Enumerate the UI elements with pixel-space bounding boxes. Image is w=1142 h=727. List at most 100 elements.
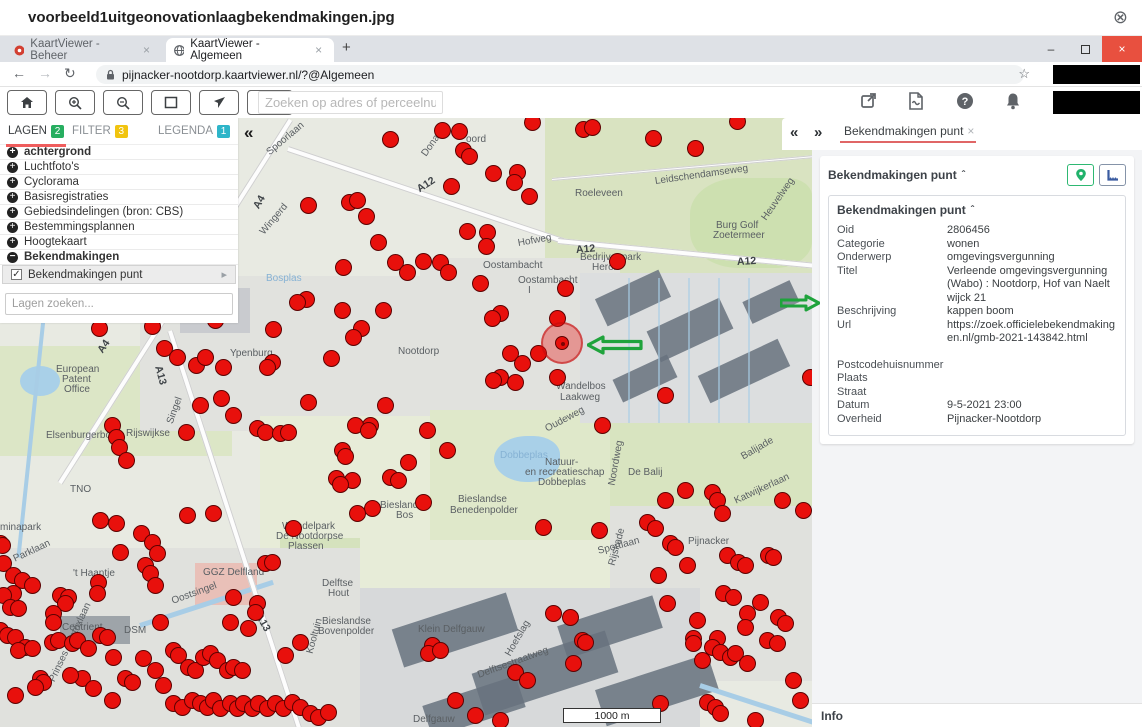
bekendmaking-marker[interactable]	[415, 494, 432, 511]
bekendmaking-marker[interactable]	[415, 253, 432, 270]
bekendmaking-marker[interactable]	[320, 704, 337, 721]
bekendmaking-marker[interactable]	[557, 280, 574, 297]
bekendmaking-marker[interactable]	[89, 585, 106, 602]
expand-icon[interactable]: +	[7, 207, 18, 218]
bekendmaking-marker[interactable]	[447, 692, 464, 709]
bekendmaking-marker[interactable]	[507, 374, 524, 391]
bekendmaking-marker[interactable]	[24, 640, 41, 657]
bekendmaking-marker[interactable]	[364, 500, 381, 517]
bekendmaking-marker[interactable]	[594, 417, 611, 434]
bekendmaking-marker[interactable]	[215, 359, 232, 376]
layer-checkbox[interactable]: ✓	[11, 269, 22, 280]
back-icon[interactable]: ←	[12, 65, 26, 81]
bekendmaking-marker[interactable]	[434, 122, 451, 139]
bekendmaking-marker[interactable]	[535, 519, 552, 536]
bekendmaking-marker[interactable]	[259, 359, 276, 376]
bekendmaking-marker[interactable]	[358, 208, 375, 225]
bekendmaking-marker[interactable]	[467, 707, 484, 724]
bekendmaking-marker[interactable]	[747, 712, 764, 727]
bekendmaking-marker[interactable]	[124, 674, 141, 691]
bekendmaking-marker[interactable]	[85, 680, 102, 697]
selected-marker[interactable]	[541, 322, 583, 364]
bekendmaking-marker[interactable]	[584, 119, 601, 136]
layers-tab-filter[interactable]: FILTER3	[70, 121, 130, 142]
bekendmaking-marker[interactable]	[375, 302, 392, 319]
bekendmaking-marker[interactable]	[240, 620, 257, 637]
bekendmaking-marker[interactable]	[524, 118, 541, 131]
address-bar[interactable]: pijnacker-nootdorp.kaartviewer.nl/?@Alge…	[96, 65, 1024, 84]
bekendmaking-marker[interactable]	[62, 667, 79, 684]
browser-tab-algemeen[interactable]: KaartViewer - Algemeen ×	[166, 38, 334, 62]
bekendmaking-marker[interactable]	[179, 507, 196, 524]
new-tab-button[interactable]: +	[342, 39, 351, 56]
bekendmaking-marker[interactable]	[225, 589, 242, 606]
layer-row[interactable]: −Bekendmakingen	[0, 250, 238, 265]
map-search-input[interactable]	[258, 91, 443, 114]
sublayer-bekendmakingen-punt[interactable]: ✓Bekendmakingen punt▸	[2, 265, 236, 284]
forward-icon[interactable]: →	[38, 65, 52, 81]
bekendmaking-marker[interactable]	[679, 557, 696, 574]
bekendmaking-marker[interactable]	[108, 515, 125, 532]
bekendmaking-marker[interactable]	[264, 554, 281, 571]
bekendmaking-marker[interactable]	[739, 655, 756, 672]
bekendmaking-marker[interactable]	[155, 677, 172, 694]
bekendmaking-marker[interactable]	[485, 165, 502, 182]
expand-icon[interactable]: +	[7, 237, 18, 248]
bekendmaking-marker[interactable]	[472, 275, 489, 292]
expand-icon[interactable]: +	[7, 192, 18, 203]
layer-row[interactable]: +Gebiedsindelingen (bron: CBS)	[0, 205, 238, 220]
panel-expand-icon[interactable]: »	[814, 124, 822, 141]
bekendmaking-marker[interactable]	[650, 567, 667, 584]
bekendmaking-marker[interactable]	[492, 712, 509, 727]
bekendmaking-marker[interactable]	[337, 448, 354, 465]
bekendmaking-marker[interactable]	[300, 394, 317, 411]
collapse-icon[interactable]: −	[7, 252, 18, 263]
bekendmaking-marker[interactable]	[645, 130, 662, 147]
bekendmaking-marker[interactable]	[45, 614, 62, 631]
bekendmaking-marker[interactable]	[549, 369, 566, 386]
bekendmaking-marker[interactable]	[577, 634, 594, 651]
layers-tab-lagen[interactable]: LAGEN2	[6, 121, 66, 142]
bekendmaking-marker[interactable]	[712, 705, 729, 722]
bekendmaking-marker[interactable]	[769, 635, 786, 652]
share-button[interactable]	[860, 92, 878, 115]
bekendmaking-marker[interactable]	[289, 294, 306, 311]
bekendmaking-marker[interactable]	[545, 605, 562, 622]
bekendmaking-marker[interactable]	[213, 390, 230, 407]
bekendmaking-marker[interactable]	[370, 234, 387, 251]
bekendmaking-marker[interactable]	[234, 662, 251, 679]
expand-icon[interactable]: +	[7, 162, 18, 173]
bekendmaking-marker[interactable]	[459, 223, 476, 240]
bekendmaking-marker[interactable]	[451, 123, 468, 140]
chart-axis-button[interactable]	[1099, 164, 1126, 186]
bekendmaking-marker[interactable]	[360, 422, 377, 439]
layer-row[interactable]: +achtergrond	[0, 145, 238, 160]
layer-row[interactable]: +Bestemmingsplannen	[0, 220, 238, 235]
bekendmaking-marker[interactable]	[400, 454, 417, 471]
bekendmaking-marker[interactable]	[609, 253, 626, 270]
bekendmaking-marker[interactable]	[657, 387, 674, 404]
bekendmaking-marker[interactable]	[478, 238, 495, 255]
bekendmaking-marker[interactable]	[802, 369, 812, 386]
bekendmaking-marker[interactable]	[399, 264, 416, 281]
bekendmaking-marker[interactable]	[725, 589, 742, 606]
bekendmaking-marker[interactable]	[92, 512, 109, 529]
panel-collapse-icon[interactable]: «	[790, 124, 798, 141]
layer-row[interactable]: +Luchtfoto's	[0, 160, 238, 175]
sidebar-collapse-icon[interactable]: «	[244, 123, 253, 143]
bekendmaking-marker[interactable]	[657, 492, 674, 509]
bookmark-star-icon[interactable]: ☆	[1018, 66, 1030, 82]
maximize-button[interactable]	[1068, 36, 1102, 62]
bekendmaking-marker[interactable]	[519, 672, 536, 689]
bekendmaking-marker[interactable]	[349, 505, 366, 522]
layer-search-input[interactable]	[5, 293, 233, 315]
bekendmaking-marker[interactable]	[565, 655, 582, 672]
feature-card-header[interactable]: Bekendmakingen punt ˆ	[828, 164, 1126, 186]
zoom-out-button[interactable]	[103, 90, 143, 115]
bekendmaking-marker[interactable]	[432, 642, 449, 659]
layer-arrow-icon[interactable]: ▸	[221, 268, 227, 281]
bekendmaking-marker[interactable]	[795, 502, 812, 519]
bekendmaking-marker[interactable]	[197, 349, 214, 366]
bekendmaking-marker[interactable]	[99, 629, 116, 646]
bekendmaking-marker[interactable]	[562, 609, 579, 626]
